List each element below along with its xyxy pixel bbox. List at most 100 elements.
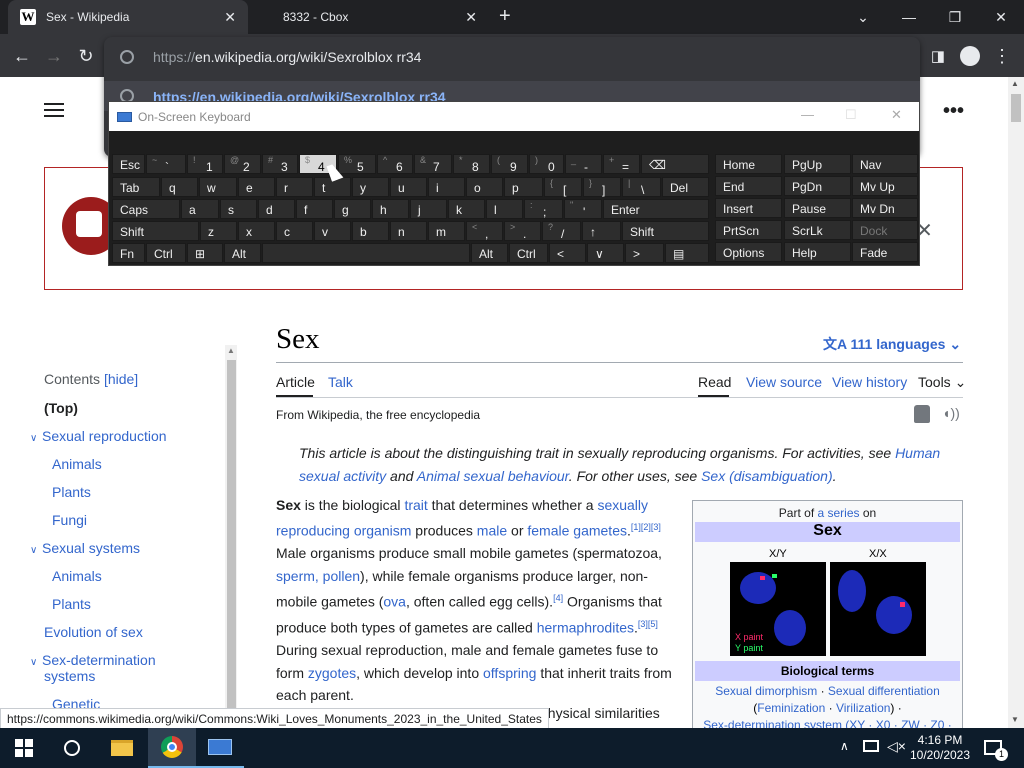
toc-item[interactable]: systems [44,668,95,684]
key-char[interactable]: ^ 6 [377,154,413,174]
key-char[interactable]: b [352,221,389,241]
key-pgup[interactable]: PgUp [784,154,851,174]
key-scrlk[interactable]: ScrLk [784,220,851,240]
toc-item[interactable]: Plants [52,484,91,500]
key-right[interactable]: > [625,243,664,263]
key-pgdn[interactable]: PgDn [784,176,851,196]
key-char[interactable]: o [466,177,503,197]
tab-sex-wikipedia[interactable]: W Sex - Wikipedia ✕ [8,0,248,34]
link-female-gametes[interactable]: female gametes [527,523,627,539]
tab-read[interactable]: Read [698,374,731,390]
key-home[interactable]: Home [715,154,782,174]
key-char[interactable]: p [504,177,543,197]
key-enter[interactable]: Enter [603,199,709,219]
key-char[interactable]: * 8 [453,154,490,174]
key-alt[interactable]: Alt [224,243,261,263]
key-char[interactable]: i [428,177,465,197]
key-nav[interactable]: Nav [852,154,918,174]
close-tab-icon[interactable]: ✕ [224,9,236,26]
toc-expand-icon[interactable]: ∨ [30,545,42,556]
search-icon[interactable] [48,728,96,768]
minimize-icon[interactable]: — [886,0,932,34]
key-char[interactable]: ) 0 [529,154,564,174]
key-esc[interactable]: Esc [112,154,145,174]
network-icon[interactable] [863,740,879,752]
key-char[interactable]: (9 [491,154,528,174]
scroll-down-icon[interactable]: ▼ [1011,715,1019,724]
key-char[interactable]: m [428,221,465,241]
tab-search-icon[interactable]: ⌄ [840,0,886,34]
key-tab[interactable]: Tab [112,177,160,197]
key-alt[interactable]: Alt [471,243,508,263]
osk-maximize-icon[interactable]: ☐ [845,107,857,123]
key-char[interactable]: _ - [565,154,602,174]
start-windows-icon[interactable] [0,728,48,768]
key-left[interactable]: < [549,243,586,263]
toc-item[interactable]: Fungi [52,512,87,528]
key-shift[interactable]: Shift [622,221,709,241]
tab-talk[interactable]: Talk [328,374,353,390]
close-window-icon[interactable]: ✕ [978,0,1024,34]
key-del[interactable]: Del [662,177,709,197]
key-dock[interactable]: Dock [852,220,918,240]
key-backspace[interactable]: ⌫ [641,154,709,174]
key-mv-dn[interactable]: Mv Dn [852,198,918,218]
key-char[interactable]: n [390,221,427,241]
key-char[interactable]: l [486,199,523,219]
page-scrollbar-thumb[interactable] [1011,94,1021,122]
key-char[interactable]: s [220,199,257,219]
key-char[interactable]: r [276,177,313,197]
key-shift[interactable]: Shift [112,221,199,241]
restore-icon[interactable]: ❐ [932,0,978,34]
toc-item[interactable]: Animals [52,568,102,584]
languages-button[interactable]: 文A 111 languages ⌄ [823,334,961,354]
toc-item[interactable]: ∨ Sexual reproduction [30,428,167,444]
key-ctrl[interactable]: Ctrl [146,243,186,263]
key-char[interactable]: q [161,177,198,197]
system-clock[interactable]: 4:16 PM 10/20/2023 [904,733,976,763]
link-sexual-dimorphism[interactable]: Sexual dimorphism [715,684,817,698]
key-char[interactable]: x [238,221,275,241]
key-char[interactable]: ! 1 [187,154,223,174]
notifications-icon[interactable]: 1 [984,740,1008,761]
key-insert[interactable]: Insert [715,198,782,218]
link-sex-disambiguation[interactable]: Sex (disambiguation) [701,468,833,484]
osk-taskbar-icon[interactable] [196,728,244,768]
close-tab-icon[interactable]: ✕ [465,9,477,26]
key-char[interactable]: j [410,199,447,219]
key-char[interactable]: d [258,199,295,219]
key-char[interactable]: k [448,199,485,219]
link-offspring[interactable]: offspring [483,665,536,681]
toc-item[interactable]: Evolution of sex [44,624,143,640]
key-char[interactable]: {[ [544,177,582,197]
toc-item[interactable]: ∨ Sex-determination [30,652,156,668]
site-info-icon[interactable] [120,50,134,64]
key-windows[interactable]: ⊞ [187,243,223,263]
key-mv-up[interactable]: Mv Up [852,176,918,196]
key-char[interactable]: + = [603,154,640,174]
key-char[interactable]: :; [524,199,563,219]
key-ctrl[interactable]: Ctrl [509,243,548,263]
menu-icon[interactable]: ⋮ [988,42,1016,70]
key-char[interactable]: @2 [224,154,261,174]
key-down[interactable]: ∨ [587,243,624,263]
tab-cbox[interactable]: 8332 - Cbox ✕ [249,0,489,34]
osk-close-icon[interactable]: ✕ [891,107,902,123]
key-char[interactable]: e [238,177,275,197]
key-char[interactable]: % 5 [338,154,376,174]
key-char[interactable]: & 7 [414,154,452,174]
xx-cell-image[interactable] [830,562,926,656]
key-char[interactable]: c [276,221,313,241]
address-input[interactable]: https://en.wikipedia.org/wiki/Sexrolblox… [153,49,421,65]
key-char[interactable]: g [334,199,371,219]
link-male[interactable]: male [477,523,507,539]
key-prtscn[interactable]: PrtScn [715,220,782,240]
key-char[interactable]: " ' [564,199,602,219]
toc-item[interactable]: (Top) [44,400,78,416]
key-char[interactable]: }] [583,177,621,197]
key-char[interactable]: ? / [542,221,581,241]
show-hidden-icons-icon[interactable]: ∧ [840,739,849,753]
key-char[interactable]: >. [504,221,541,241]
file-explorer-icon[interactable] [98,728,146,768]
profile-icon[interactable] [956,42,984,70]
